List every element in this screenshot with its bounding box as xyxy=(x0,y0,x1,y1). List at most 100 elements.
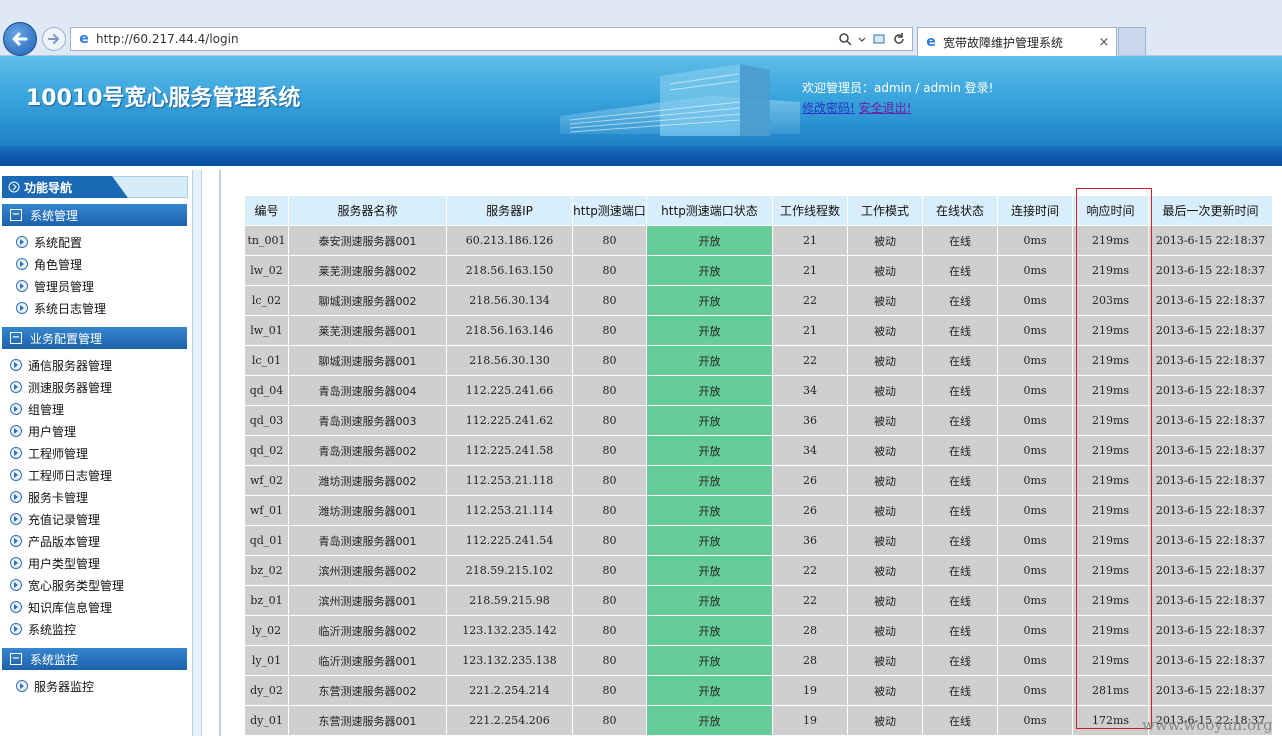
search-icon[interactable] xyxy=(838,32,852,46)
column-header[interactable]: 最后一次更新时间 xyxy=(1148,195,1273,226)
table-row[interactable]: qd_01 青岛测速服务器001 112.225.241.54 80 开放 36 被动 在线 0… xyxy=(244,525,1273,556)
cell-thread-count: 34 xyxy=(772,435,848,466)
building-graphic xyxy=(560,64,800,136)
sidebar-item-system-monitor[interactable]: 系统监控 xyxy=(10,620,76,638)
column-header[interactable]: 工作线程数 xyxy=(772,195,848,226)
section-business-config[interactable]: − 业务配置管理 xyxy=(2,327,187,349)
cell-connect-time: 0ms xyxy=(997,705,1073,736)
server-table: 编号 服务器名称 服务器IP http测速端口 http测速端口状态 工作线程数… xyxy=(244,195,1273,736)
cell-last-update: 2013-6-15 22:18:37 xyxy=(1148,315,1273,346)
back-button[interactable] xyxy=(3,22,37,56)
column-header[interactable]: 服务器名称 xyxy=(288,195,447,226)
sidebar-item-user-type[interactable]: 用户类型管理 xyxy=(10,554,100,572)
table-row[interactable]: lw_02 莱芜测速服务器002 218.56.163.150 80 开放 21 被动 在线 0… xyxy=(244,255,1273,286)
sidebar-item-admin-management[interactable]: 管理员管理 xyxy=(16,277,94,295)
cell-server-name: 潍坊测速服务器002 xyxy=(288,465,447,496)
close-icon[interactable]: × xyxy=(1096,35,1112,50)
dropdown-icon[interactable] xyxy=(858,32,866,46)
column-header[interactable]: 连接时间 xyxy=(997,195,1073,226)
section-system-management[interactable]: − 系统管理 xyxy=(2,204,187,226)
sidebar-item-server-monitor[interactable]: 服务器监控 xyxy=(16,677,94,695)
sidebar-item-recharge-record[interactable]: 充值记录管理 xyxy=(10,510,100,528)
cell-connect-time: 0ms xyxy=(997,525,1073,556)
cell-last-update: 2013-6-15 22:18:37 xyxy=(1148,675,1273,706)
cell-connect-time: 0ms xyxy=(997,435,1073,466)
cell-server-ip: 218.56.30.130 xyxy=(446,345,573,376)
cell-server-ip: 218.59.215.102 xyxy=(446,555,573,586)
table-row[interactable]: lc_02 聊城测速服务器002 218.56.30.134 80 开放 22 被动 在线 0m… xyxy=(244,285,1273,316)
sidebar-splitter[interactable] xyxy=(192,170,202,736)
cell-response-time: 219ms xyxy=(1072,585,1149,616)
cell-id: lc_02 xyxy=(244,285,289,316)
table-row[interactable]: bz_01 滨州测速服务器001 218.59.215.98 80 开放 22 被动 在线 0m… xyxy=(244,585,1273,616)
table-row[interactable]: qd_02 青岛测速服务器002 112.225.241.58 80 开放 34 被动 在线 0… xyxy=(244,435,1273,466)
refresh-icon[interactable] xyxy=(892,32,906,46)
sidebar-item-user[interactable]: 用户管理 xyxy=(10,422,76,440)
compat-icon[interactable] xyxy=(872,32,886,46)
section-label: 业务配置管理 xyxy=(30,331,103,346)
cell-port-status: 开放 xyxy=(646,615,773,646)
sidebar-item-label: 工程师管理 xyxy=(28,446,89,461)
cell-thread-count: 36 xyxy=(772,525,848,556)
table-row[interactable]: dy_01 东营测速服务器001 221.2.254.206 80 开放 19 被动 在线 0m… xyxy=(244,705,1273,736)
logout-link[interactable]: 安全退出! xyxy=(859,101,912,115)
sidebar-item-product-version[interactable]: 产品版本管理 xyxy=(10,532,100,550)
table-row[interactable]: lw_01 莱芜测速服务器001 218.56.163.146 80 开放 21 被动 在线 0… xyxy=(244,315,1273,346)
table-row[interactable]: lc_01 聊城测速服务器001 218.56.30.130 80 开放 22 被动 在线 0m… xyxy=(244,345,1273,376)
section-system-monitor[interactable]: − 系统监控 xyxy=(2,648,187,670)
table-row[interactable]: ly_02 临沂测速服务器002 123.132.235.142 80 开放 28 被动 在线… xyxy=(244,615,1273,646)
cell-last-update: 2013-6-15 22:18:37 xyxy=(1148,645,1273,676)
sidebar-item-group[interactable]: 组管理 xyxy=(10,400,64,418)
sidebar-item-engineer[interactable]: 工程师管理 xyxy=(10,444,88,462)
table-row[interactable]: wf_02 潍坊测速服务器002 112.253.21.118 80 开放 26 被动 在线 0… xyxy=(244,465,1273,496)
welcome-text: 欢迎管理员：admin / admin 登录! xyxy=(802,81,994,95)
column-header[interactable]: 编号 xyxy=(244,195,289,226)
forward-button[interactable] xyxy=(42,27,66,51)
table-row[interactable]: qd_04 青岛测速服务器004 112.225.241.66 80 开放 34 被动 在线 0… xyxy=(244,375,1273,406)
cell-thread-count: 22 xyxy=(772,555,848,586)
sidebar-item-system-log[interactable]: 系统日志管理 xyxy=(16,299,106,317)
table-row[interactable]: wf_01 潍坊测速服务器001 112.253.21.114 80 开放 26 被动 在线 0… xyxy=(244,495,1273,526)
table-row[interactable]: bz_02 滨州测速服务器002 218.59.215.102 80 开放 22 被动 在线 0… xyxy=(244,555,1273,586)
column-header[interactable]: 服务器IP xyxy=(446,195,573,226)
change-password-link[interactable]: 修改密码! xyxy=(802,101,855,115)
cell-http-port: 80 xyxy=(572,645,647,676)
arrow-bullet-icon xyxy=(16,280,28,292)
sidebar-item-service-card[interactable]: 服务卡管理 xyxy=(10,488,88,506)
section-label: 系统管理 xyxy=(30,208,79,223)
sidebar-item-service-type[interactable]: 宽心服务类型管理 xyxy=(10,576,124,594)
cell-connect-time: 0ms xyxy=(997,645,1073,676)
table-row[interactable]: tn_001 泰安测速服务器001 60.213.186.126 80 开放 21 被动 在线… xyxy=(244,225,1273,256)
cell-work-mode: 被动 xyxy=(847,465,923,496)
cell-last-update: 2013-6-15 22:18:37 xyxy=(1148,585,1273,616)
table-body: tn_001 泰安测速服务器001 60.213.186.126 80 开放 21 被动 在线… xyxy=(244,225,1273,736)
cell-response-time: 219ms xyxy=(1072,345,1149,376)
cell-last-update: 2013-6-15 22:18:37 xyxy=(1148,225,1273,256)
cell-work-mode: 被动 xyxy=(847,705,923,736)
url-text[interactable]: http://60.217.44.4/login xyxy=(96,32,838,46)
column-header[interactable]: http测速端口状态 xyxy=(646,195,773,226)
site-banner: 10010号宽心服务管理系统 欢迎管理员：admin / admin 登录! 修… xyxy=(0,56,1282,146)
sidebar-item-engineer-log[interactable]: 工程师日志管理 xyxy=(10,466,112,484)
sidebar-item-knowledge-base[interactable]: 知识库信息管理 xyxy=(10,598,112,616)
browser-tab[interactable]: e 宽带故障维护管理系统 × xyxy=(917,27,1117,56)
cell-port-status: 开放 xyxy=(646,555,773,586)
cell-response-time: 219ms xyxy=(1072,555,1149,586)
table-row[interactable]: dy_02 东营测速服务器002 221.2.254.214 80 开放 19 被动 在线 0m… xyxy=(244,675,1273,706)
table-row[interactable]: ly_01 临沂测速服务器001 123.132.235.138 80 开放 28 被动 在线… xyxy=(244,645,1273,676)
cell-http-port: 80 xyxy=(572,345,647,376)
sidebar-item-role-management[interactable]: 角色管理 xyxy=(16,255,82,273)
cell-port-status: 开放 xyxy=(646,465,773,496)
sidebar-item-system-config[interactable]: 系统配置 xyxy=(16,233,82,251)
cell-work-mode: 被动 xyxy=(847,315,923,346)
sidebar-item-speed-server[interactable]: 测速服务器管理 xyxy=(10,378,112,396)
address-bar[interactable]: e http://60.217.44.4/login xyxy=(70,27,913,51)
new-tab-button[interactable] xyxy=(1118,27,1146,55)
table-row[interactable]: qd_03 青岛测速服务器003 112.225.241.62 80 开放 36 被动 在线 0… xyxy=(244,405,1273,436)
column-header[interactable]: 响应时间 xyxy=(1072,195,1149,226)
column-header[interactable]: 在线状态 xyxy=(922,195,998,226)
sidebar-item-comm-server[interactable]: 通信服务器管理 xyxy=(10,356,112,374)
cell-connect-time: 0ms xyxy=(997,585,1073,616)
column-header[interactable]: 工作模式 xyxy=(847,195,923,226)
column-header[interactable]: http测速端口 xyxy=(572,195,647,226)
